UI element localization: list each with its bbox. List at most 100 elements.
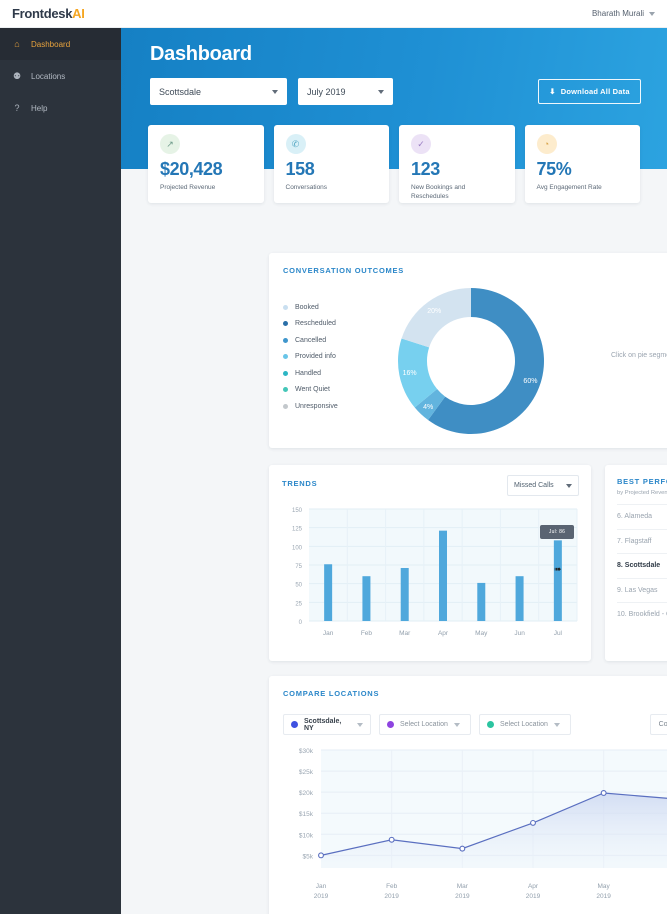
data-point[interactable] [388,836,395,843]
x-axis-tick-label: Mar [457,883,469,890]
location-row[interactable]: 6. Alameda$5,800 [617,504,667,529]
chevron-down-icon [453,722,460,727]
kpi-card-conversations: ✆ 158 Conversations [273,125,389,203]
x-axis-year-label: 2019 [455,893,470,900]
phone-icon: ✆ [285,134,306,154]
series-color-dot-2 [387,721,394,728]
legend-item[interactable]: Unresponsive [283,398,338,415]
compare-title: COMPARE LOCATIONS [283,689,380,698]
location-row[interactable]: 9. Las Vegas$2,560 [617,577,667,603]
compare-by-select[interactable]: Compare by Revenue [649,714,667,735]
bar[interactable] [439,530,447,621]
chevron-down-icon [553,722,560,727]
chevron-down-icon [649,11,655,16]
data-point[interactable] [600,790,607,796]
y-axis-tick-label: 25 [295,601,302,607]
legend-item[interactable]: Booked [283,299,338,316]
legend-label: Cancelled [295,336,327,344]
user-menu[interactable]: Bharath Murali [592,9,655,18]
user-name-label: Bharath Murali [591,9,644,18]
data-point[interactable] [318,852,324,859]
donut-segment-label: 20% [427,308,441,315]
donut-segment-label: 4% [423,404,433,411]
y-axis-tick-label: 125 [292,527,303,533]
trends-panel: TRENDS Missed Calls 0 25 50 75 100 125 150 Jan F… [269,465,591,661]
bar-tooltip: Jul: 86 [540,525,574,539]
y-axis-tick-label: 75 [295,564,302,570]
kpi-label: Projected Revenue [160,184,216,191]
legend-color-dot [283,370,288,376]
x-axis-tick-label: Jan [316,883,327,890]
data-point[interactable] [459,845,466,852]
y-axis-tick-label: $5k [303,853,314,860]
sidebar-item-help[interactable]: ? Help [0,92,121,124]
legend-item[interactable]: Rescheduled [283,316,338,333]
legend-label: Unresponsive [295,402,338,410]
sidebar-label-help: Help [31,103,48,113]
compare-select-1[interactable]: Scottsdale, NY [283,714,371,735]
compare-area-chart[interactable]: $5k $10k $15k $20k $25k $30k Jan 2019 Feb 2019 Mar… [269,744,667,914]
compare-locations-panel: COMPARE LOCATIONS Scottsdale, NY Select … [269,676,667,914]
location-row[interactable]: 10. Brookfield - Chelse Market$2,560 [617,602,667,627]
trend-chart-icon: ↗ [160,134,180,154]
bar[interactable] [553,540,562,621]
series-color-dot-3 [487,721,494,728]
location-name: 7. Flagstaff [617,537,652,545]
bar[interactable] [477,582,486,621]
outcomes-donut-chart[interactable]: 60% 4% 16% 20% [381,277,561,447]
compare-select-3-label: Select Location [500,721,548,728]
bar[interactable] [400,567,409,621]
x-axis-tick-label: Jul [554,630,563,637]
pie-hint-text: Click on pie segment for more info [611,352,667,359]
kpi-value: 123 [411,159,440,179]
kpi-value: 75% [536,159,572,179]
kpi-card-engagement-rate: ◔ 75% Avg Engagement Rate [524,125,640,203]
sidebar: ⌂ Dashboard ⚉ Locations ? Help [0,28,121,914]
best-performing-locations-panel: BEST PERFORMING LOCATIONS by Projected R… [605,465,667,661]
compare-select-3[interactable]: Select Location [479,714,571,735]
compare-select-2[interactable]: Select Location [379,714,471,735]
brand-name-primary: Frontdesk [12,6,73,21]
brand-logo: FrontdeskAI [12,6,85,21]
sidebar-item-dashboard[interactable]: ⌂ Dashboard [0,28,121,60]
best-locations-list: 6. Alameda$5,8007. Flagstaff$5,2008. Sco… [617,504,667,627]
legend-color-dot [283,403,288,409]
outcomes-legend: Booked Rescheduled Cancelled Provided info H… [283,299,338,415]
top-bar: FrontdeskAI Bharath Murali [0,0,667,28]
legend-item[interactable]: Cancelled [283,332,338,349]
bar[interactable] [362,576,371,621]
data-point[interactable] [530,819,536,826]
trends-metric-select[interactable]: Missed Calls [507,475,579,496]
donut-segment[interactable] [401,288,471,348]
check-icon: ✓ [411,134,431,154]
y-axis-tick-label: 0 [299,620,303,626]
sidebar-item-locations[interactable]: ⚉ Locations [0,60,121,92]
legend-item[interactable]: Went Quiet [283,382,338,399]
legend-item[interactable]: Provided info [283,349,338,366]
help-circle-icon: ? [14,103,20,113]
y-axis-tick-label: $15k [299,811,314,818]
bar[interactable] [515,576,524,621]
location-row[interactable]: 8. Scottsdale$3,010 [617,553,667,578]
x-axis-tick-label: Feb [386,883,398,890]
bar[interactable] [324,564,333,621]
legend-item[interactable]: Handled [283,365,338,382]
home-icon: ⌂ [14,39,20,49]
y-axis-tick-label: $25k [299,769,314,776]
conversation-outcomes-panel: CONVERSATION OUTCOMES Booked Rescheduled C… [269,253,667,448]
location-row[interactable]: 7. Flagstaff$5,200 [617,528,667,554]
compare-select-1-label: Scottsdale, NY [304,717,342,732]
kpi-value: $20,428 [160,159,223,179]
outcomes-title: CONVERSATION OUTCOMES [283,266,405,275]
y-axis-tick-label: $10k [299,832,314,839]
location-name: 6. Alameda [617,513,653,520]
compare-select-2-label: Select Location [400,721,448,728]
kpi-label: Avg Engagement Rate [536,184,602,191]
dashboard-page: FrontdeskAI Bharath Murali ⌂ Dashboard ⚉… [0,0,667,914]
location-name: 8. Scottsdale [617,562,661,569]
x-axis-tick-label: Apr [528,883,539,890]
kpi-card-new-bookings: ✓ 123 New Bookings and Reschedules [399,125,515,203]
mouse-cursor-icon: ➠ [554,564,562,574]
donut-svg: 60% 4% 16% 20% [398,288,544,434]
compare-location-selects: Scottsdale, NY Select Location Select Lo… [283,714,571,735]
